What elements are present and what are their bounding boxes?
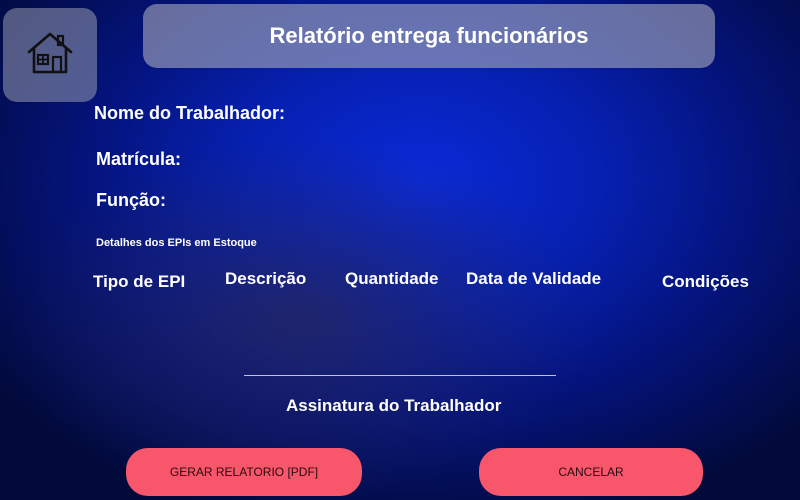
home-button[interactable] [3,8,97,102]
role-label: Função: [96,190,166,210]
worker-name-label: Nome do Trabalhador: [94,103,286,123]
column-header-expiry-date: Data de Validade [466,269,602,288]
column-header-description: Descrição [225,269,307,288]
column-header-epi-type: Tipo de EPI [93,272,186,291]
signature-label: Assinatura do Trabalhador [286,396,502,415]
title-bar: Relatório entrega funcionários [143,4,715,68]
section-title: Detalhes dos EPIs em Estoque [96,237,257,249]
cancel-button[interactable]: CANCELAR [479,448,703,496]
home-icon [25,30,75,81]
column-header-conditions: Condições [662,272,749,291]
page-title: Relatório entrega funcionários [269,23,589,48]
column-header-quantity: Quantidade [345,269,439,288]
generate-report-button[interactable]: GERAR RELATORIO [PDF] [126,448,362,496]
signature-line [244,375,556,376]
registration-label: Matrícula: [96,149,182,169]
